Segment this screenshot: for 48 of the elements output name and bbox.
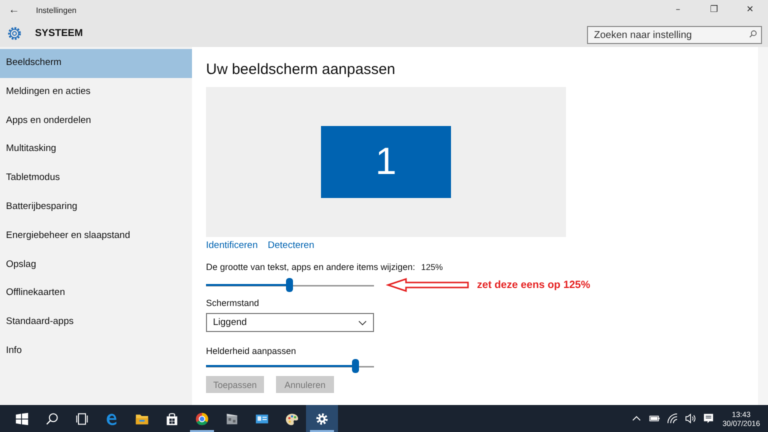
section-title: SYSTEEM <box>35 28 83 39</box>
palette-icon <box>285 412 299 426</box>
sidebar-item[interactable]: Tabletmodus <box>0 164 192 193</box>
search-icon <box>749 30 757 38</box>
link[interactable]: Identificeren <box>206 240 258 251</box>
sidebar-item[interactable]: Multitasking <box>0 135 192 164</box>
sidebar-item[interactable]: Info <box>0 336 192 366</box>
task-view-icon <box>75 412 89 426</box>
speaker-icon[interactable] <box>685 413 696 424</box>
wifi-icon[interactable] <box>667 413 678 424</box>
sidebar-item[interactable]: Standaard-apps <box>0 308 192 337</box>
sidebar-item[interactable]: Opslag <box>0 250 192 280</box>
sidebar-item[interactable]: Apps en onderdelen <box>0 106 192 136</box>
film-clapper-icon <box>225 412 239 426</box>
annotation-text: zet deze eens op 125% <box>477 279 590 291</box>
window-control-button[interactable]: ❐ <box>696 0 732 20</box>
brightness-label: Helderheid aanpassen <box>206 346 296 356</box>
search-field[interactable]: Zoeken naar instelling <box>587 26 762 44</box>
id-card-icon <box>255 412 269 426</box>
link[interactable]: Detecteren <box>268 240 314 251</box>
sidebar-item[interactable]: Offlinekaarten <box>0 279 192 308</box>
gear-icon <box>6 25 23 42</box>
window-control-button[interactable]: – <box>660 0 696 20</box>
window-title: Instellingen <box>36 6 76 14</box>
browser-icon <box>105 412 119 426</box>
orientation-label: Schermstand <box>206 298 260 308</box>
round-browser-icon <box>195 412 209 426</box>
scrollbar[interactable] <box>758 47 768 405</box>
chevron-icon <box>358 320 367 326</box>
sidebar-item[interactable]: Energiebeheer en slaapstand <box>0 222 192 251</box>
battery-icon[interactable] <box>649 413 660 424</box>
window-control-button[interactable]: ✕ <box>732 0 768 20</box>
sidebar-item[interactable]: Meldingen en acties <box>0 78 192 107</box>
scale-reading: 125% <box>421 262 443 272</box>
page-title: Uw beeldscherm aanpassen <box>206 61 396 80</box>
notification-icon[interactable] <box>703 413 714 424</box>
windows-icon <box>15 412 29 426</box>
monitor-tile[interactable]: 1 <box>321 126 451 198</box>
gear-icon <box>315 412 329 426</box>
folder-icon <box>135 412 149 426</box>
orientation-dropdown[interactable]: Liggend <box>206 313 374 332</box>
search-icon <box>45 412 59 426</box>
shopping-bag-icon <box>165 412 179 426</box>
taskbar-button[interactable] <box>306 405 338 432</box>
scale-label: De grootte van tekst, apps en andere items wijzigen: <box>206 262 416 272</box>
sidebar-item[interactable]: Beeldscherm <box>0 49 192 78</box>
back-button[interactable]: ← <box>0 4 28 16</box>
sidebar-item[interactable]: Batterijbesparing <box>0 192 192 222</box>
